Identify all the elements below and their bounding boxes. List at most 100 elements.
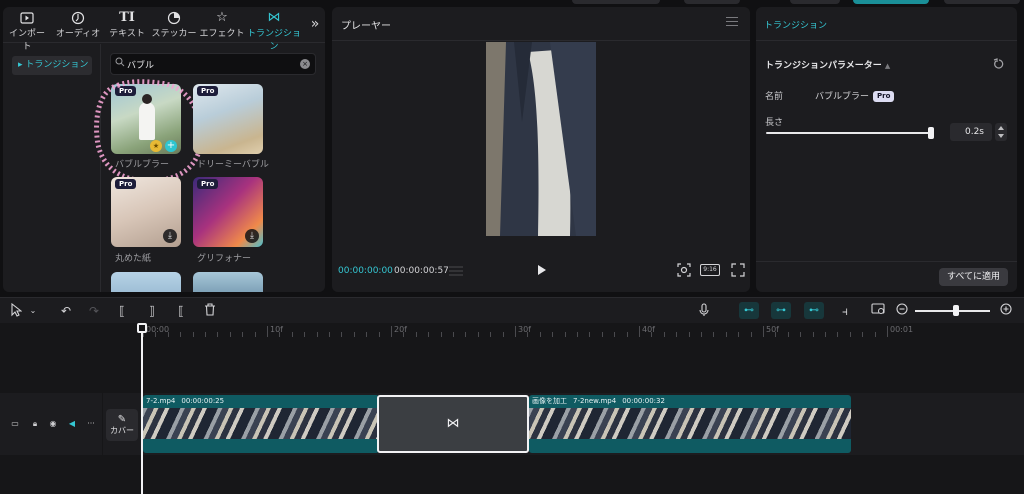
effect-icon: ☆ (216, 10, 228, 25)
main-track-magnet-icon[interactable]: ⊷ (741, 303, 757, 319)
apply-all-button[interactable]: すべてに適用 (939, 268, 1008, 286)
select-cursor-icon[interactable] (8, 302, 24, 319)
tab-audio[interactable]: オーディオ (53, 9, 103, 43)
ruler-tick (242, 332, 244, 337)
media-tabbar: インポート オーディオ TI テキスト ステッカー ☆ エフェクト ⋈ トランジ… (3, 7, 325, 52)
fit-screen-icon[interactable] (677, 263, 691, 277)
split-icon[interactable]: ⟦ (114, 303, 130, 319)
chevron-down-icon[interactable]: ⌄ (25, 303, 41, 319)
trim-left-icon[interactable]: ⟧ (144, 303, 160, 319)
zoom-slider-handle[interactable] (953, 305, 960, 316)
tab-sticker[interactable]: ステッカー (149, 9, 199, 43)
redo-icon[interactable]: ↷ (86, 303, 102, 319)
microphone-icon[interactable] (696, 303, 712, 319)
trim-right-icon[interactable]: ⟦ (173, 303, 189, 319)
linkage-icon[interactable]: ⊷ (806, 303, 822, 319)
tab-label: エフェクト (199, 29, 245, 39)
undo-icon[interactable]: ↶ (58, 303, 74, 319)
ruler-tick (180, 332, 182, 337)
media-panel: インポート オーディオ TI テキスト ステッカー ☆ エフェクト ⋈ トランジ… (3, 7, 325, 292)
reset-icon[interactable] (993, 58, 1005, 70)
ruler-tick (403, 332, 405, 337)
ruler-tick (415, 332, 417, 337)
more-icon[interactable]: ··· (86, 419, 96, 429)
audio-track-icon[interactable]: ◀ (67, 419, 77, 429)
top-bar-control[interactable] (684, 0, 740, 4)
menu-icon[interactable] (726, 17, 738, 27)
thumbnail-icon[interactable] (870, 303, 886, 319)
auto-snap-icon[interactable]: ⊶ (773, 303, 789, 319)
tab-effect[interactable]: ☆ エフェクト (199, 9, 245, 43)
clip-duration: 00:00:00:25 (181, 397, 225, 405)
top-bar-control[interactable] (790, 0, 840, 4)
lock-icon[interactable]: 🔒︎ (30, 419, 40, 429)
panel-tab-title[interactable]: トランジション (764, 18, 827, 31)
ruler-tick (812, 332, 814, 337)
download-icon[interactable]: ⤓ (163, 229, 177, 243)
ruler-label: 00:01 (890, 325, 914, 334)
ruler-tick (490, 332, 492, 337)
ruler-label: 10f (270, 325, 283, 334)
search-input[interactable] (127, 56, 297, 72)
edit-image-label[interactable]: 画像を加工 (532, 397, 567, 405)
zoom-in-icon[interactable] (998, 303, 1014, 319)
export-button[interactable] (853, 0, 929, 4)
text-icon: TI (119, 10, 135, 25)
cover-button[interactable]: ✎ カバー (106, 409, 138, 441)
transition-thumb[interactable]: Pro ⤓ (111, 177, 181, 247)
transition-block[interactable]: ⋈ (377, 395, 529, 453)
audio-icon (53, 9, 103, 26)
stepper-down-icon[interactable] (998, 134, 1004, 138)
top-bar-control[interactable] (572, 0, 660, 4)
length-slider-track[interactable] (766, 132, 934, 134)
tab-transition[interactable]: ⋈ トランジション (245, 9, 303, 52)
category-item-transition[interactable]: ▸ トランジション (12, 56, 92, 75)
track-thumbnail-icon[interactable]: ▭ (10, 419, 20, 429)
waveform-icon[interactable] (448, 265, 464, 277)
download-icon[interactable]: ⤓ (245, 229, 259, 243)
length-input[interactable]: 0.2s (950, 123, 992, 141)
stepper-up-icon[interactable] (998, 126, 1004, 130)
top-bar-control[interactable] (944, 0, 1020, 4)
aspect-ratio-button[interactable]: 9:16 (700, 264, 720, 276)
chevron-up-icon: ▲ (884, 62, 891, 70)
clear-search-icon[interactable]: × (300, 59, 310, 69)
video-clip[interactable]: 7-2.mp4 00:00:00:25 (143, 395, 379, 453)
ruler-tick (353, 332, 355, 337)
section-title[interactable]: トランジションパラメーター ▲ (765, 58, 890, 71)
ruler-tick (453, 332, 454, 337)
sticker-icon (149, 9, 199, 26)
zoom-out-icon[interactable] (894, 303, 910, 319)
ruler-tick (527, 332, 529, 337)
length-stepper[interactable] (995, 123, 1007, 141)
length-slider-handle[interactable] (927, 127, 934, 139)
transition-thumb[interactable]: Pro ⤓ (193, 177, 263, 247)
timeline-ruler[interactable]: 00:00 10f 20f 30f 40f 50f 00:01 (143, 323, 1024, 343)
tab-label: オーディオ (55, 29, 101, 39)
clip-header: 7-2.mp4 00:00:00:25 (143, 395, 379, 407)
fullscreen-icon[interactable] (731, 263, 745, 277)
play-icon[interactable] (538, 265, 546, 275)
playhead-handle[interactable] (137, 323, 147, 333)
video-clip[interactable]: 画像を加工 7-2new.mp4 00:00:00:32 (529, 395, 851, 453)
transition-thumb[interactable] (193, 272, 263, 292)
ruler-tick (205, 332, 206, 337)
tab-text[interactable]: TI テキスト (105, 9, 149, 43)
pro-badge: Pro (115, 179, 137, 189)
transition-thumb[interactable]: Pro (193, 84, 263, 154)
more-tabs-icon[interactable]: » (306, 16, 324, 34)
tab-import[interactable]: インポート (5, 9, 49, 52)
preview-axis-icon[interactable]: ⫞ (837, 303, 853, 319)
delete-icon[interactable] (202, 303, 218, 319)
ruler-tick (862, 332, 864, 337)
video-preview[interactable] (486, 42, 596, 236)
pro-badge: Pro (197, 179, 219, 189)
tab-label: テキスト (109, 29, 145, 39)
ruler-tick (329, 332, 330, 337)
ruler-tick (601, 332, 603, 337)
cover-label: カバー (110, 426, 134, 435)
eye-icon[interactable]: ◉ (48, 419, 58, 429)
transition-thumb[interactable] (111, 272, 181, 292)
playhead[interactable] (141, 323, 143, 494)
ruler-tick (229, 332, 231, 337)
